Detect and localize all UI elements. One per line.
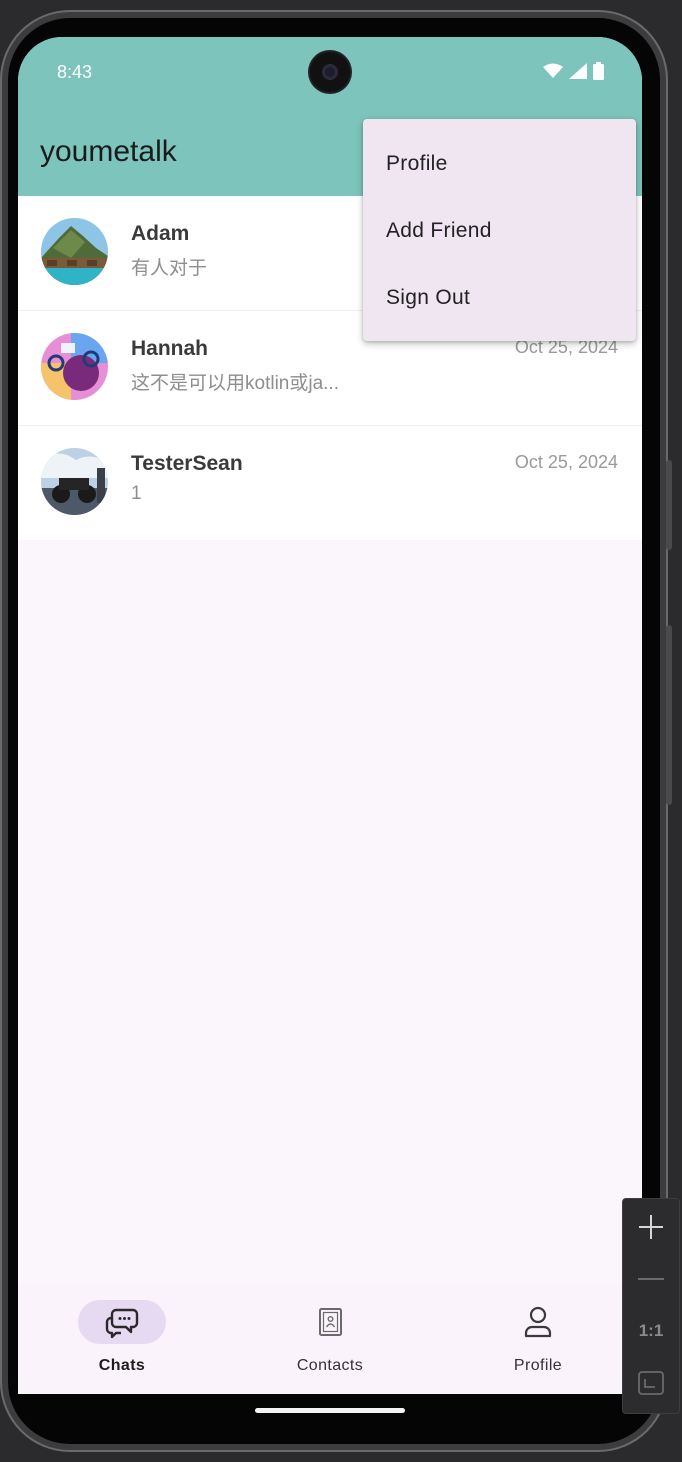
chat-name: Hannah [131,337,209,360]
menu-item-sign-out[interactable]: Sign Out [386,286,470,310]
menu-item-add-friend[interactable]: Add Friend [386,219,492,243]
actual-size-button[interactable]: 1:1 [623,1311,679,1351]
nav-label: Profile [513,1357,563,1374]
zoom-out-button[interactable] [623,1259,679,1299]
minus-icon [638,1278,664,1280]
nav-item-chats[interactable]: Chats [18,1285,226,1394]
nav-label: Chats [98,1357,146,1374]
fit-screen-button[interactable] [623,1363,679,1403]
chat-name: Adam [131,222,190,245]
chat-item-testersean[interactable]: TesterSean 1 Oct 25, 2024 [18,426,642,540]
volume-button [666,460,672,550]
chat-name: TesterSean [131,452,243,475]
status-time: 8:43 [57,62,93,82]
chat-date: Oct 25, 2024 [514,452,618,472]
nav-item-contacts[interactable]: Contacts [226,1285,434,1394]
emulator-zoom-toolbar: 1:1 [622,1198,680,1414]
app-title: youmetalk [40,135,177,168]
fit-screen-icon [638,1371,664,1395]
nav-label: Contacts [296,1357,364,1374]
overflow-menu: Profile Add Friend Sign Out [363,119,636,341]
chat-preview: 有人对于 [131,258,208,279]
status-icons [543,62,604,80]
app-screen: 8:43 youmetalk Adam 有人对于 Hannah 这不是可以用ko… [18,37,642,1394]
avatar [41,333,108,400]
person-icon [524,1306,552,1338]
home-indicator[interactable] [255,1408,405,1413]
chat-bubbles-icon [105,1308,139,1339]
battery-icon [593,62,604,80]
avatar [41,448,108,515]
bottom-navigation: Chats Contacts Profile [18,1285,642,1394]
avatar [41,218,108,285]
cellular-signal-icon [569,63,587,79]
power-button [666,625,672,805]
contacts-book-icon [319,1308,342,1336]
zoom-in-button[interactable] [623,1207,679,1247]
menu-item-profile[interactable]: Profile [386,152,448,176]
front-camera [310,52,350,92]
plus-icon [639,1215,663,1239]
nav-item-profile[interactable]: Profile [434,1285,642,1394]
chat-preview: 1 [131,483,142,504]
wifi-icon [543,63,563,78]
chat-preview: 这不是可以用kotlin或ja... [131,373,339,394]
